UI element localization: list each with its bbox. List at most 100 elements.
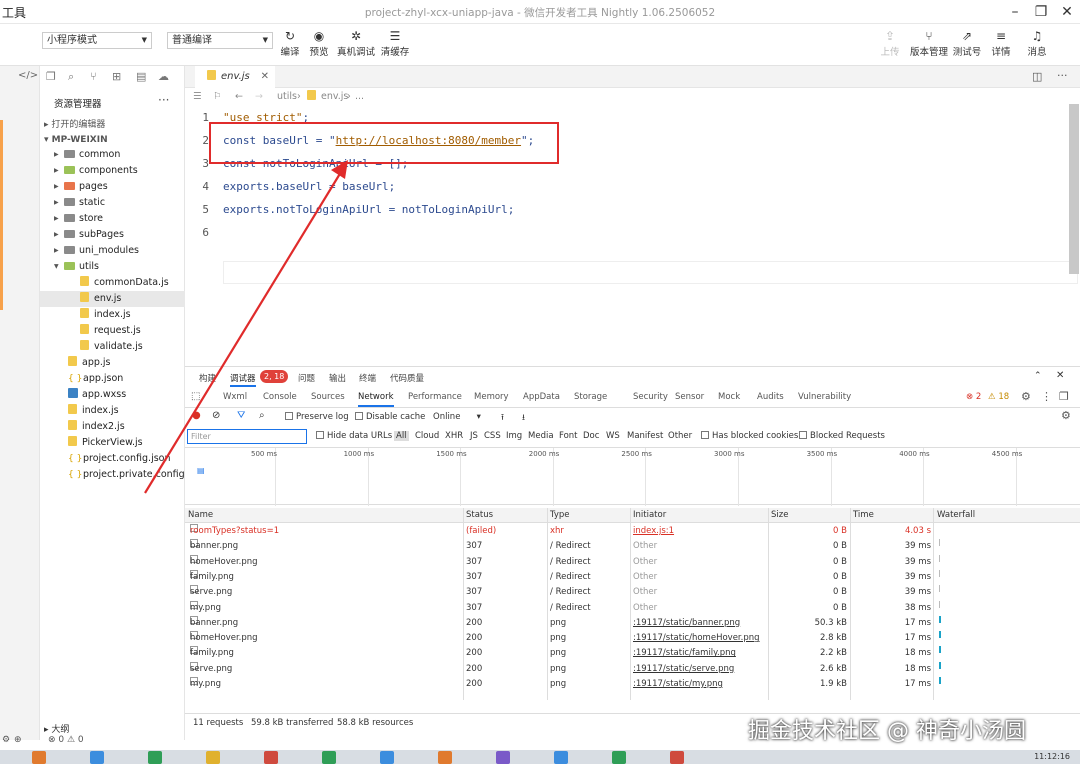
breadcrumb-symbol[interactable]: ... xyxy=(355,88,364,106)
tab-performance[interactable]: Performance xyxy=(408,392,462,402)
settings-icon[interactable]: ⚙ xyxy=(2,735,10,745)
column-header-time[interactable]: Time xyxy=(853,508,874,522)
tab-sources[interactable]: Sources xyxy=(311,392,345,402)
tab-output[interactable]: 输出 xyxy=(329,372,346,384)
gear-icon[interactable]: ⚙ xyxy=(1061,409,1071,422)
tab-audits[interactable]: Audits xyxy=(757,392,784,402)
column-header-size[interactable]: Size xyxy=(771,508,788,522)
tree-item-project-private-config-js-[interactable]: { }project.private.config.js... xyxy=(40,467,204,483)
table-row[interactable]: homeHover.png 307 / Redirect Other 0 B 39 ms xyxy=(185,554,1080,570)
tree-item-app-json[interactable]: { }app.json xyxy=(40,371,185,387)
filter-type-cloud[interactable]: Cloud xyxy=(415,431,439,441)
tree-item-commondata-js[interactable]: commonData.js xyxy=(40,275,185,291)
tree-item-env-js[interactable]: env.js xyxy=(40,291,185,307)
taskbar-app-icon[interactable] xyxy=(438,751,452,764)
clear-cache-button[interactable]: ☰ 清缓存 xyxy=(380,28,410,58)
tree-item-pickerview-js[interactable]: PickerView.js xyxy=(40,435,185,451)
tree-item-uni-modules[interactable]: ▶ uni_modules xyxy=(40,243,185,259)
project-section[interactable]: ▾ MP-WEIXIN xyxy=(44,135,108,145)
clear-icon[interactable]: ⊘ xyxy=(212,410,220,421)
code-icon[interactable]: </> xyxy=(18,70,38,81)
version-manage-button[interactable]: ⑂ 版本管理 xyxy=(910,28,948,58)
cloud-icon[interactable]: ☁ xyxy=(158,70,169,83)
tree-item-index-js[interactable]: index.js xyxy=(40,403,185,419)
request-initiator[interactable]: index.js:1 xyxy=(633,524,674,539)
filter-type-js[interactable]: JS xyxy=(470,431,478,441)
table-row[interactable]: homeHover.png 200 png:19117/static/homeHov… xyxy=(185,631,1080,646)
chevron-up-icon[interactable]: ⌃ xyxy=(1034,371,1042,381)
tree-item-index2-js[interactable]: index2.js xyxy=(40,419,185,435)
filter-icon[interactable]: ⛛ xyxy=(237,410,245,421)
mode-select[interactable]: 小程序模式 ▼ xyxy=(42,32,152,49)
more-icon[interactable]: ··· xyxy=(1057,69,1068,82)
tab-env-js[interactable]: env.js ✕ xyxy=(195,66,275,88)
tab-debugger[interactable]: 调试器 xyxy=(230,372,256,387)
table-row[interactable]: serve.png 307 / Redirect Other 0 B 39 ms xyxy=(185,585,1080,600)
tab-network[interactable]: Network xyxy=(358,392,394,407)
inspect-icon[interactable]: ⬚ xyxy=(191,391,200,402)
filter-type-other[interactable]: Other xyxy=(668,431,692,441)
breadcrumb-utils[interactable]: utils xyxy=(277,88,297,106)
taskbar-app-icon[interactable] xyxy=(554,751,568,764)
tab-build[interactable]: 构建 xyxy=(199,372,216,384)
taskbar-app-icon[interactable] xyxy=(612,751,626,764)
tab-problems[interactable]: 问题 xyxy=(298,372,315,384)
table-row[interactable]: my.png 307 / Redirect Other 0 B 38 ms xyxy=(185,600,1080,616)
table-row[interactable]: banner.png 307 / Redirect Other 0 B 39 ms xyxy=(185,539,1080,554)
table-row[interactable]: family.png 307 / Redirect Other 0 B 39 ms xyxy=(185,569,1080,585)
tab-appdata[interactable]: AppData xyxy=(523,392,560,402)
test-account-button[interactable]: ⇗ 测试号 xyxy=(952,28,982,58)
blocked-requests-checkbox[interactable]: Blocked Requests xyxy=(799,431,885,441)
taskbar-app-icon[interactable] xyxy=(322,751,336,764)
import-icon[interactable]: ⭱ xyxy=(501,412,504,426)
table-row[interactable]: banner.png 200 png:19117/static/banner.png… xyxy=(185,615,1080,631)
table-row[interactable]: roomTypes?status=1 (failed) xhr index.js:1 0… xyxy=(185,524,1080,539)
filter-type-doc[interactable]: Doc xyxy=(583,431,599,441)
filter-type-img[interactable]: Img xyxy=(506,431,522,441)
tree-item-subpages[interactable]: ▶ subPages xyxy=(40,227,185,243)
tree-item-static[interactable]: ▶ static xyxy=(40,195,185,211)
remote-icon[interactable]: ⊕ xyxy=(14,735,22,745)
tree-item-store[interactable]: ▶ store xyxy=(40,211,185,227)
column-header-waterfall[interactable]: Waterfall xyxy=(937,508,975,522)
details-button[interactable]: ≡ 详情 xyxy=(990,28,1012,58)
close-icon[interactable]: ✕ xyxy=(1056,370,1064,381)
gear-icon[interactable]: ⚙ xyxy=(1021,390,1031,403)
list-icon[interactable]: ☰ xyxy=(193,88,202,106)
export-icon[interactable]: ⭳ xyxy=(522,412,525,426)
close-icon[interactable]: ✕ xyxy=(1052,2,1080,22)
throttle-select[interactable]: Online ▾ xyxy=(433,412,481,422)
tab-terminal[interactable]: 终端 xyxy=(359,372,376,384)
taskbar-app-icon[interactable] xyxy=(90,751,104,764)
request-initiator[interactable]: :19117/static/serve.png xyxy=(633,662,734,677)
filter-type-manifest[interactable]: Manifest xyxy=(627,431,663,441)
column-header-name[interactable]: Name xyxy=(188,508,213,522)
bookmark-icon[interactable]: ⚐ xyxy=(213,88,222,106)
tab-security[interactable]: Security xyxy=(633,392,668,402)
tree-item-project-config-json[interactable]: { }project.config.json xyxy=(40,451,185,467)
more-icon[interactable]: ··· xyxy=(158,93,169,107)
tree-item-common[interactable]: ▶ common xyxy=(40,147,185,163)
tree-item-validate-js[interactable]: validate.js xyxy=(40,339,185,355)
request-initiator[interactable]: :19117/static/my.png xyxy=(633,677,723,692)
tree-item-index-js[interactable]: index.js xyxy=(40,307,185,323)
taskbar-app-icon[interactable] xyxy=(496,751,510,764)
tab-console[interactable]: Console xyxy=(263,392,297,402)
tab-mock[interactable]: Mock xyxy=(718,392,740,402)
tree-item-app-js[interactable]: app.js xyxy=(40,355,185,371)
has-blocked-checkbox[interactable]: Has blocked cookies xyxy=(701,431,798,441)
taskbar-app-icon[interactable] xyxy=(148,751,162,764)
table-row[interactable]: family.png 200 png:19117/static/family.png… xyxy=(185,646,1080,661)
upload-button[interactable]: ⇪ 上传 xyxy=(878,28,902,58)
preserve-log-checkbox[interactable]: Preserve log xyxy=(285,412,349,422)
forward-icon[interactable]: → xyxy=(255,88,263,106)
table-row[interactable]: my.png 200 png:19117/static/my.png 1.9 kB 17… xyxy=(185,677,1080,692)
search-icon[interactable]: ⌕ xyxy=(68,70,74,84)
tree-item-components[interactable]: ▶ components xyxy=(40,163,185,179)
compile-button[interactable]: ↻ 编译 xyxy=(279,28,301,58)
tree-item-request-js[interactable]: request.js xyxy=(40,323,185,339)
compile-select[interactable]: 普通编译 ▼ xyxy=(167,32,273,49)
open-editors-section[interactable]: ▸ 打开的编辑器 xyxy=(44,117,105,130)
files-icon[interactable]: ❐ xyxy=(46,70,56,83)
split-editor-icon[interactable]: ◫ xyxy=(1032,70,1042,83)
